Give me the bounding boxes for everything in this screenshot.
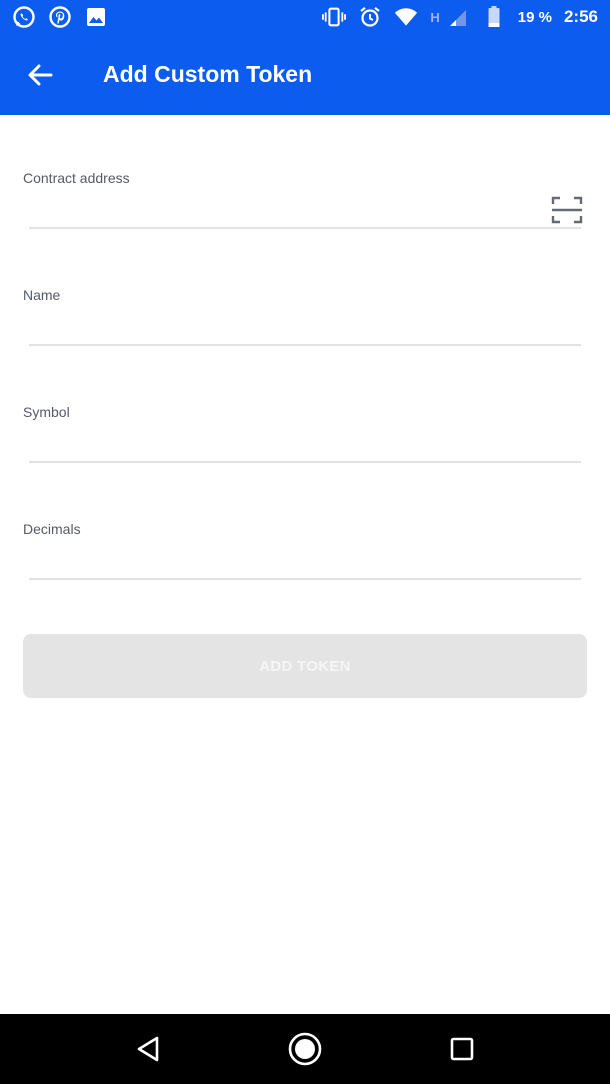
circle-home-icon — [288, 1032, 322, 1066]
cell-signal-icon — [446, 5, 470, 29]
status-bar-right: H 19 % 2:56 — [322, 5, 598, 29]
page-title: Add Custom Token — [103, 61, 313, 87]
name-underline — [29, 344, 581, 346]
whatsapp-icon — [12, 5, 36, 29]
alarm-icon — [358, 5, 382, 29]
nav-back-button[interactable] — [128, 1029, 168, 1069]
nav-recents-button[interactable] — [442, 1029, 482, 1069]
network-type-label: H — [430, 10, 440, 25]
symbol-underline — [29, 461, 581, 463]
contract-address-underline — [29, 227, 581, 229]
contract-address-label: Contract address — [23, 170, 130, 186]
decimals-underline — [29, 578, 581, 580]
nav-home-button[interactable] — [285, 1029, 325, 1069]
battery-percent: 19 % — [517, 8, 552, 26]
system-nav-bar — [0, 1014, 610, 1084]
gallery-icon — [84, 5, 108, 29]
back-button[interactable] — [20, 55, 60, 95]
square-recents-icon — [450, 1037, 473, 1061]
clock: 2:56 — [563, 7, 598, 26]
name-label: Name — [23, 287, 61, 303]
pinterest-icon — [48, 5, 72, 29]
decimals-input[interactable] — [29, 543, 581, 577]
app-bar: Add Custom Token — [0, 34, 610, 115]
arrow-left-icon — [28, 64, 53, 85]
qr-scan-icon[interactable] — [551, 196, 583, 224]
triangle-back-icon — [138, 1036, 159, 1062]
symbol-input[interactable] — [29, 426, 581, 460]
decimals-label: Decimals — [23, 521, 81, 537]
battery-icon — [482, 5, 506, 29]
status-bar: H 19 % 2:56 — [0, 0, 610, 34]
contract-address-input[interactable] — [29, 192, 539, 226]
status-bar-left — [12, 5, 108, 29]
symbol-label: Symbol — [23, 404, 70, 420]
vibrate-icon — [322, 5, 347, 29]
wifi-icon — [394, 5, 418, 29]
name-input[interactable] — [29, 309, 581, 343]
add-token-button[interactable]: ADD TOKEN — [23, 634, 587, 698]
